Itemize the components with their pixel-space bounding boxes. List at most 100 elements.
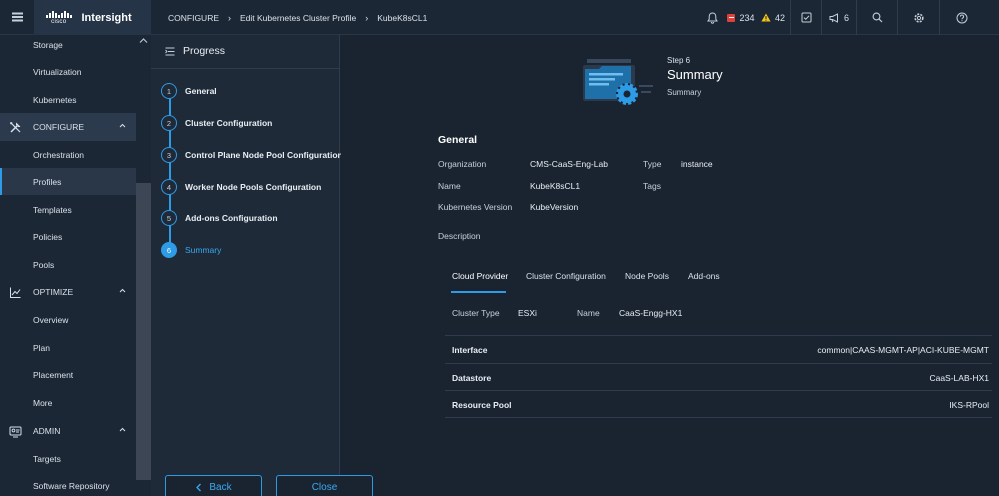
step-label: Summary — [185, 245, 222, 255]
tags-label: Tags — [643, 181, 661, 191]
cisco-logo: cisco — [46, 10, 72, 25]
step-number: 2 — [161, 115, 177, 131]
nav-overview[interactable]: Overview — [0, 306, 136, 333]
nav-section-admin[interactable]: ADMIN — [0, 417, 136, 445]
breadcrumb-edit-profile[interactable]: Edit Kubernetes Cluster Profile — [240, 13, 356, 23]
datastore-value: CaaS-LAB-HX1 — [929, 373, 989, 383]
bell-icon[interactable] — [700, 11, 724, 24]
tab-add-ons[interactable]: Add-ons — [688, 271, 720, 281]
divider — [445, 417, 992, 418]
critical-alarm-icon — [727, 13, 736, 22]
nav-section-label: OPTIMIZE — [33, 287, 74, 297]
warning-alarms[interactable]: 42 — [758, 13, 788, 23]
nav-section-label: CONFIGURE — [33, 122, 84, 132]
progress-step-addons[interactable]: 5 Add-ons Configuration — [161, 209, 278, 227]
nav-placement[interactable]: Placement — [0, 361, 136, 388]
progress-header: Progress — [151, 35, 340, 69]
requests-icon[interactable] — [791, 12, 821, 23]
announcements[interactable]: 6 — [822, 13, 856, 23]
interface-label: Interface — [452, 345, 488, 355]
scroll-up-icon[interactable] — [138, 37, 148, 47]
tab-cloud-provider[interactable]: Cloud Provider — [452, 271, 508, 281]
nav-section-label: ADMIN — [33, 426, 61, 436]
step-number: 6 — [161, 242, 177, 258]
nav-plan[interactable]: Plan — [0, 334, 136, 361]
cloud-name-label: Name — [577, 308, 600, 318]
resource-pool-value: IKS-RPool — [949, 400, 989, 410]
nav-pools[interactable]: Pools — [0, 251, 136, 278]
list-icon — [165, 47, 175, 56]
breadcrumb-configure[interactable]: CONFIGURE — [168, 13, 219, 23]
nav-profiles[interactable]: Profiles — [0, 168, 136, 195]
nav-templates[interactable]: Templates — [0, 196, 136, 223]
nav-orchestration[interactable]: Orchestration — [0, 141, 136, 168]
nav-storage[interactable]: Storage — [0, 31, 136, 58]
nav-virtualization[interactable]: Virtualization — [0, 58, 136, 85]
chevron-right-icon: › — [228, 12, 231, 23]
nav-targets[interactable]: Targets — [0, 445, 136, 472]
side-nav: Storage Virtualization Kubernetes CONFIG… — [0, 35, 136, 496]
top-bar: cisco Intersight CONFIGURE › Edit Kubern… — [0, 0, 999, 35]
name-label: Name — [438, 181, 461, 191]
top-actions: 234 42 6 — [700, 0, 983, 35]
step-number: 5 — [161, 210, 177, 226]
k8s-version-value: KubeVersion — [530, 202, 579, 212]
nav-section-configure[interactable]: CONFIGURE — [0, 113, 136, 141]
warning-alarm-count: 42 — [774, 12, 785, 23]
cloud-name-value: CaaS-Engg-HX1 — [619, 308, 683, 318]
chart-line-icon — [10, 287, 21, 298]
page-subtitle: Summary — [667, 88, 702, 97]
progress-step-general[interactable]: 1 General — [161, 82, 217, 100]
summary-folder-gear-icon — [583, 59, 653, 105]
step-label: Add-ons Configuration — [185, 213, 278, 223]
progress-step-summary[interactable]: 6 Summary — [161, 241, 221, 259]
progress-title: Progress — [183, 45, 226, 57]
critical-alarms[interactable]: 234 — [724, 13, 758, 23]
nav-more[interactable]: More — [0, 389, 136, 416]
progress-panel: Progress 1 General 2 Cluster Configurati… — [151, 35, 343, 496]
chevron-right-icon: › — [365, 12, 369, 23]
nav-policies[interactable]: Policies — [0, 223, 136, 250]
step-label: General — [185, 86, 217, 96]
type-value: instance — [681, 159, 713, 169]
close-button-label: Close — [311, 481, 338, 493]
search-icon[interactable] — [857, 12, 897, 23]
cluster-type-label: Cluster Type — [452, 308, 500, 318]
tools-icon — [10, 122, 21, 133]
breadcrumb: CONFIGURE › Edit Kubernetes Cluster Prof… — [168, 0, 427, 35]
step-indicator: Step 6 — [667, 56, 691, 65]
app-window: cisco Intersight CONFIGURE › Edit Kubern… — [0, 0, 999, 496]
interface-value: common|CAAS-MGMT-AP|ACI-KUBE-MGMT — [817, 345, 989, 355]
progress-step-control-plane[interactable]: 3 Control Plane Node Pool Configuration — [161, 146, 343, 164]
menu-icon[interactable] — [0, 0, 34, 35]
breadcrumb-current: KubeK8sCL1 — [377, 12, 428, 23]
cluster-type-value: ESXi — [518, 308, 537, 318]
nav-kubernetes[interactable]: Kubernetes — [0, 86, 136, 113]
back-button[interactable]: Back — [165, 475, 262, 496]
tab-cluster-configuration[interactable]: Cluster Configuration — [526, 271, 606, 281]
announcement-count: 6 — [843, 12, 849, 23]
brand-logo[interactable]: cisco Intersight — [34, 0, 151, 35]
gear-icon[interactable] — [898, 12, 939, 24]
step-label: Worker Node Pools Configuration — [185, 182, 322, 192]
divider — [445, 363, 992, 364]
step-number: 1 — [161, 83, 177, 99]
help-icon[interactable] — [940, 12, 983, 24]
nav-software-repository[interactable]: Software Repository — [0, 472, 136, 496]
type-label: Type — [643, 159, 662, 169]
nav-section-optimize[interactable]: OPTIMIZE — [0, 278, 136, 306]
progress-step-worker-pools[interactable]: 4 Worker Node Pools Configuration — [161, 178, 321, 196]
tab-node-pools[interactable]: Node Pools — [625, 271, 669, 281]
close-button[interactable]: Close — [276, 475, 373, 496]
progress-step-cluster-config[interactable]: 2 Cluster Configuration — [161, 114, 272, 132]
chevron-up-icon — [119, 123, 126, 128]
divider — [445, 335, 992, 336]
chevron-up-icon — [119, 427, 126, 432]
critical-alarm-count: 234 — [739, 12, 755, 23]
sidebar-scrollbar-thumb[interactable] — [136, 183, 151, 480]
organization-label: Organization — [438, 159, 487, 169]
divider — [445, 390, 992, 391]
brand-name: Intersight — [81, 11, 132, 24]
step-label: Cluster Configuration — [185, 118, 273, 128]
step-number: 4 — [161, 179, 177, 195]
